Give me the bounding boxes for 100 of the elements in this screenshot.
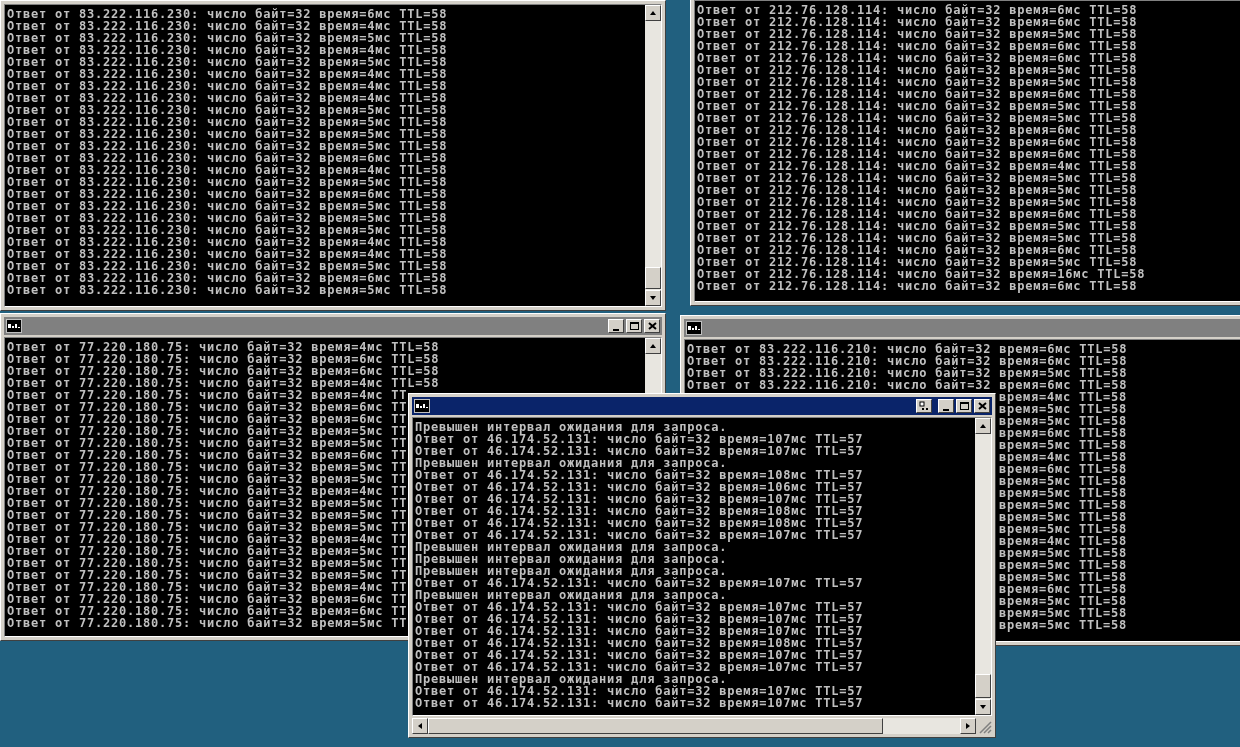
console-line: Ответ от 83.222.116.230: число байт=32 время=5мс TTL=58 <box>7 284 448 296</box>
console-line: Ответ от 83.222.116.230: число байт=32 время=5мс TTL=58 <box>7 212 448 224</box>
console-icon[interactable] <box>686 321 702 335</box>
console-line: Ответ от 212.76.128.114: число байт=32 время=5мс TTL=58 <box>697 64 1138 76</box>
console-line: Ответ от 77.220.180.75: число байт=32 время=4мс TTL=58 <box>7 377 440 389</box>
console-line: Ответ от 212.76.128.114: число байт=32 время=5мс TTL=58 <box>697 100 1138 112</box>
scroll-up-button[interactable] <box>645 5 661 21</box>
console-line: Ответ от 77.220.180.75: число байт=32 время=4мс TT <box>7 533 408 545</box>
console-line: Ответ от 77.220.180.75: число байт=32 время=5мс TT <box>7 617 408 629</box>
console-line: Ответ от 83.222.116.230: число байт=32 время=5мс TTL=58 <box>7 104 448 116</box>
window-mode-icon <box>917 400 931 412</box>
console-line: Ответ от 212.76.128.114: число байт=32 время=5мс TTL=58 <box>697 112 1138 124</box>
scroll-left-button[interactable] <box>412 718 428 734</box>
console-line: Ответ от 212.76.128.114: число байт=32 время=5мс TTL=58 <box>697 220 1138 232</box>
console-line: Ответ от 212.76.128.114: число байт=32 время=5мс TTL=58 <box>697 184 1138 196</box>
console-line: время=6мс TTL=58 <box>999 427 1128 439</box>
console-line: Ответ от 46.174.52.131: число байт=32 время=107мс TTL=57 <box>415 625 864 637</box>
scroll-up-button[interactable] <box>645 338 661 354</box>
console-line: Ответ от 46.174.52.131: число байт=32 время=108мс TTL=57 <box>415 505 864 517</box>
scroll-right-button[interactable] <box>960 718 976 734</box>
console-line: Ответ от 212.76.128.114: число байт=32 время=6мс TTL=58 <box>697 280 1138 292</box>
console-line: Ответ от 77.220.180.75: число байт=32 время=5мс TT <box>7 497 408 509</box>
console-line: Ответ от 83.222.116.230: число байт=32 время=5мс TTL=58 <box>7 176 448 188</box>
console-line: Превышен интервал ожидания для запроса. <box>415 553 728 565</box>
console-line: Ответ от 77.220.180.75: число байт=32 время=4мс TTL=58 <box>7 341 440 353</box>
scroll-down-button[interactable] <box>645 290 661 306</box>
console-line: Ответ от 212.76.128.114: число байт=32 время=6мс TTL=58 <box>697 88 1138 100</box>
console-line: время=5мс TTL=58 <box>999 499 1128 511</box>
console-line: Ответ от 83.222.116.230: число байт=32 время=4мс TTL=58 <box>7 68 448 80</box>
console-icon[interactable] <box>414 399 430 413</box>
console-icon[interactable] <box>6 319 22 333</box>
right-arrow-icon <box>964 722 972 730</box>
console-line: Ответ от 83.222.116.230: число байт=32 время=5мс TTL=58 <box>7 260 448 272</box>
console-line: Ответ от 212.76.128.114: число байт=32 время=6мс TTL=58 <box>697 208 1138 220</box>
console-line: Ответ от 46.174.52.131: число байт=32 время=107мс TTL=57 <box>415 577 864 589</box>
console-line: время=6мс TTL=58 <box>999 463 1128 475</box>
scroll-thumb[interactable] <box>428 718 883 734</box>
console-line: время=4мс TTL=58 <box>999 451 1128 463</box>
console-line: Ответ от 212.76.128.114: число байт=32 время=6мс TTL=58 <box>697 244 1138 256</box>
console-line: время=4мс TTL=58 <box>999 535 1128 547</box>
console-line: Ответ от 212.76.128.114: число байт=32 время=5мс TTL=58 <box>697 172 1138 184</box>
up-arrow-icon <box>649 9 657 17</box>
minimize-button[interactable] <box>938 399 954 413</box>
maximize-icon <box>957 400 971 412</box>
console-line: Ответ от 77.220.180.75: число байт=32 время=5мс TT <box>7 557 408 569</box>
console-line: Ответ от 83.222.116.230: число байт=32 время=4мс TTL=58 <box>7 20 448 32</box>
console-line: Ответ от 83.222.116.210: число байт=32 время=6мс TTL=58 <box>687 355 1128 367</box>
console-line: Ответ от 77.220.180.75: число байт=32 время=6мс TT <box>7 449 408 461</box>
console-line: Ответ от 77.220.180.75: число байт=32 время=5мс TT <box>7 473 408 485</box>
console-line: Ответ от 83.222.116.230: число байт=32 время=6мс TTL=58 <box>7 152 448 164</box>
console-line: Ответ от 83.222.116.230: число байт=32 время=5мс TTL=58 <box>7 224 448 236</box>
console-line: Ответ от 77.220.180.75: число байт=32 время=6мс TT <box>7 593 408 605</box>
console-line: Ответ от 212.76.128.114: число байт=32 время=5мс TTL=58 <box>697 196 1138 208</box>
left-arrow-icon <box>416 722 424 730</box>
console-line: Ответ от 77.220.180.75: число байт=32 время=5мс TT <box>7 437 408 449</box>
minimize-button[interactable] <box>608 319 624 333</box>
console-line: Ответ от 83.222.116.230: число байт=32 время=5мс TTL=58 <box>7 56 448 68</box>
console-line: Ответ от 46.174.52.131: число байт=32 время=107мс TTL=57 <box>415 529 864 541</box>
console-line: Ответ от 46.174.52.131: число байт=32 время=107мс TTL=57 <box>415 649 864 661</box>
console-line: Ответ от 46.174.52.131: число байт=32 время=107мс TTL=57 <box>415 445 864 457</box>
console-line: Ответ от 46.174.52.131: число байт=32 время=107мс TTL=57 <box>415 493 864 505</box>
console-line: Ответ от 83.222.116.230: число байт=32 время=5мс TTL=58 <box>7 32 448 44</box>
console-line: Ответ от 83.222.116.230: число байт=32 время=4мс TTL=58 <box>7 248 448 260</box>
console-line: Превышен интервал ожидания для запроса. <box>415 541 728 553</box>
console-line: Ответ от 212.76.128.114: число байт=32 время=6мс TTL=58 <box>697 136 1138 148</box>
console-line: время=5мс TTL=58 <box>999 511 1128 523</box>
minimize-icon <box>943 408 949 411</box>
close-button[interactable] <box>974 399 990 413</box>
console-line: Ответ от 77.220.180.75: число байт=32 время=5мс TT <box>7 545 408 557</box>
console-line: Ответ от 83.222.116.230: число байт=32 время=4мс TTL=58 <box>7 236 448 248</box>
console-line: Ответ от 212.76.128.114: число байт=32 время=6мс TTL=58 <box>697 40 1138 52</box>
console-line: Ответ от 83.222.116.230: число байт=32 время=6мс TTL=58 <box>7 8 448 20</box>
console-line: Ответ от 83.222.116.230: число байт=32 время=5мс TTL=58 <box>7 116 448 128</box>
close-button[interactable] <box>644 319 660 333</box>
console-line: Ответ от 212.76.128.114: число байт=32 время=6мс TTL=58 <box>697 4 1138 16</box>
console-line: время=5мс TTL=58 <box>999 415 1128 427</box>
window-mode-button[interactable] <box>916 399 932 413</box>
console-line: Ответ от 212.76.128.114: число байт=32 время=5мс TTL=58 <box>697 232 1138 244</box>
maximize-button[interactable] <box>626 319 642 333</box>
console-line: время=5мс TTL=58 <box>999 487 1128 499</box>
console-line: Ответ от 83.222.116.210: число байт=32 время=5мс TTL=58 <box>687 367 1128 379</box>
down-arrow-icon <box>649 294 657 302</box>
scroll-thumb[interactable] <box>645 267 661 289</box>
scroll-up-button[interactable] <box>975 418 991 434</box>
scroll-thumb[interactable] <box>975 674 991 698</box>
console-line: Ответ от 46.174.52.131: число байт=32 время=107мс TTL=57 <box>415 685 864 697</box>
console-line: Превышен интервал ожидания для запроса. <box>415 589 728 601</box>
down-arrow-icon <box>979 703 987 711</box>
console-line: время=5мс TTL=58 <box>999 475 1128 487</box>
scroll-down-button[interactable] <box>975 699 991 715</box>
up-arrow-icon <box>649 342 657 350</box>
console-line: время=6мс TTL=58 <box>999 583 1128 595</box>
console-line: Ответ от 77.220.180.75: число байт=32 время=4мс TT <box>7 389 408 401</box>
maximize-button[interactable] <box>956 399 972 413</box>
console-line: Превышен интервал ожидания для запроса. <box>415 673 728 685</box>
console-line: Превышен интервал ожидания для запроса. <box>415 421 728 433</box>
console-line: Превышен интервал ожидания для запроса. <box>415 565 728 577</box>
resize-grip-icon[interactable] <box>976 718 992 734</box>
console-line: Ответ от 83.222.116.230: число байт=32 время=6мс TTL=58 <box>7 188 448 200</box>
console-line: Ответ от 212.76.128.114: число байт=32 время=5мс TTL=58 <box>697 256 1138 268</box>
